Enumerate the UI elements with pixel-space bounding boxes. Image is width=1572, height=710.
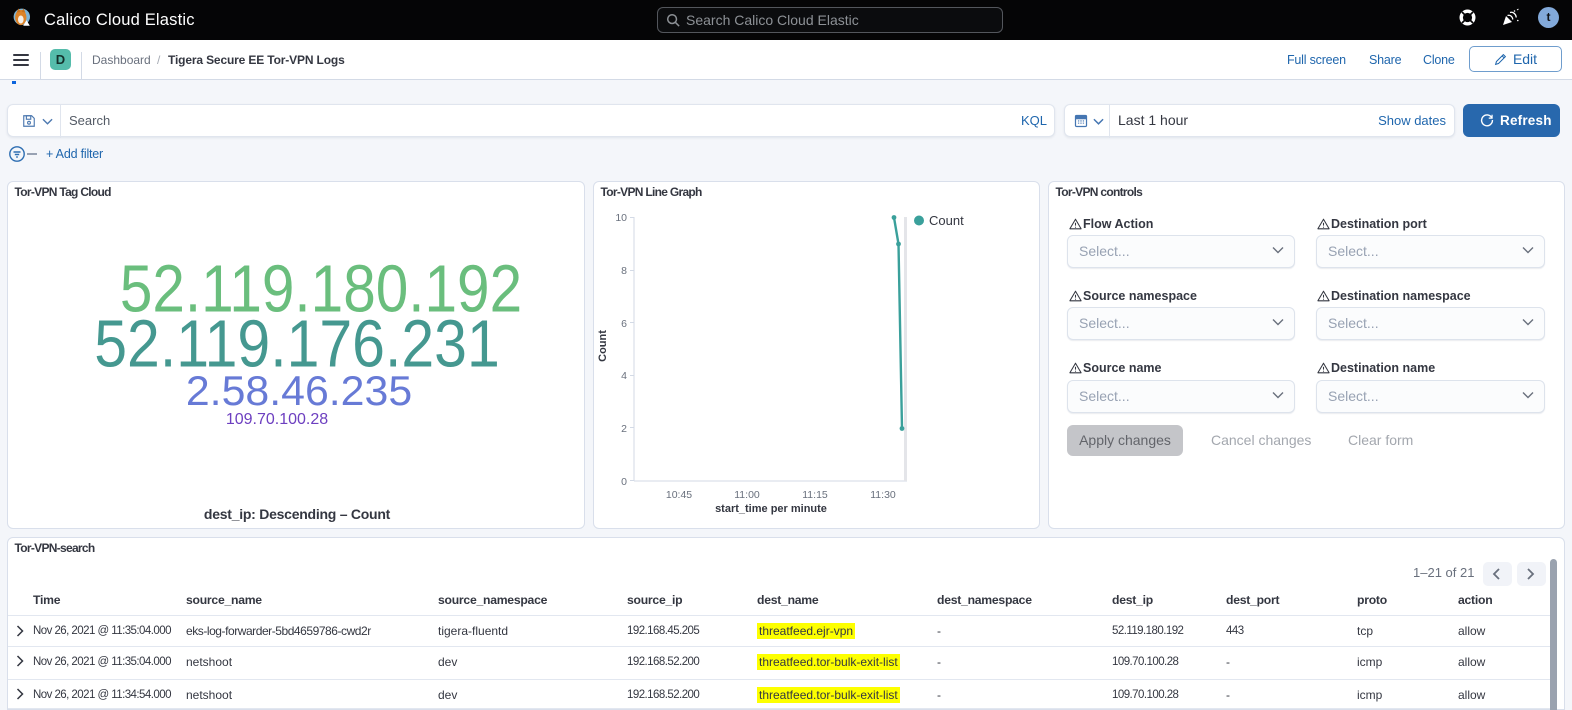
svg-text:4: 4 — [621, 370, 627, 382]
svg-text:11:15: 11:15 — [802, 489, 828, 501]
svg-text:start_time per minute: start_time per minute — [715, 503, 827, 515]
svg-text:6: 6 — [621, 318, 627, 330]
svg-text:11:00: 11:00 — [734, 489, 760, 501]
svg-text:2: 2 — [621, 423, 627, 435]
svg-text:11:30: 11:30 — [870, 489, 896, 501]
svg-text:10:45: 10:45 — [666, 489, 692, 501]
svg-text:0: 0 — [621, 476, 627, 488]
svg-text:8: 8 — [621, 265, 627, 277]
svg-text:Count: Count — [597, 330, 609, 362]
svg-text:10: 10 — [615, 212, 627, 224]
svg-text:Count: Count — [929, 213, 964, 228]
